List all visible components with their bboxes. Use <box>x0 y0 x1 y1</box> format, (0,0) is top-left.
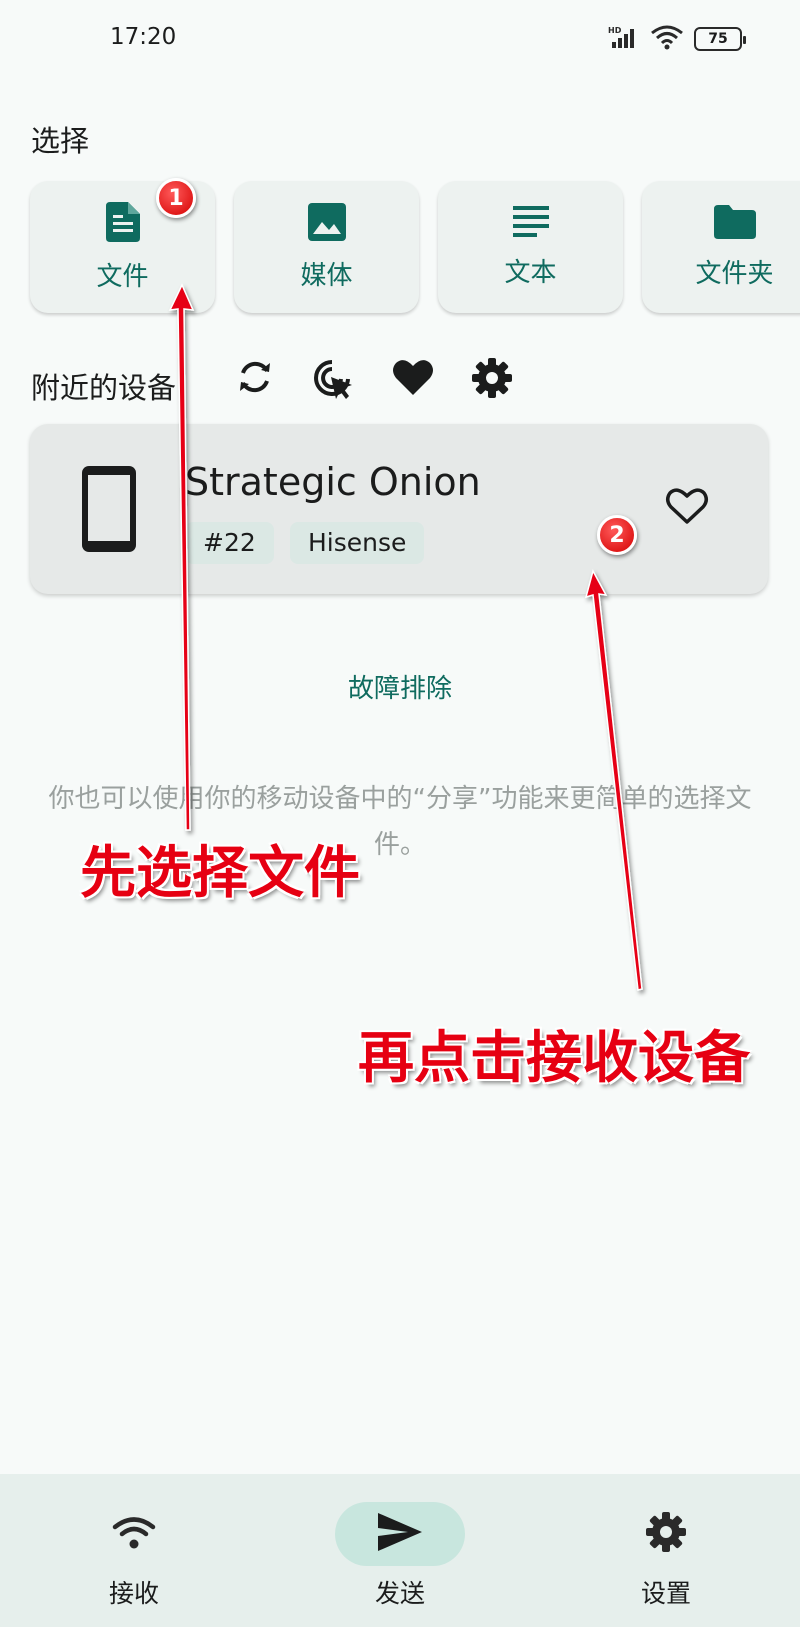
text-icon <box>512 205 549 238</box>
device-card[interactable]: Strategic Onion #22 Hisense <box>30 424 768 594</box>
device-tag-id: #22 <box>185 522 274 564</box>
select-file-label: 文件 <box>96 261 149 292</box>
settings-icon[interactable] <box>472 358 512 400</box>
nav-send[interactable]: 发送 <box>320 1502 480 1610</box>
nav-settings-pill <box>601 1502 731 1566</box>
select-media-button[interactable]: 媒体 <box>234 181 419 313</box>
send-icon <box>378 1513 422 1555</box>
bottom-nav: 接收 发送 设置 <box>0 1474 800 1627</box>
nav-send-pill <box>335 1502 465 1566</box>
step-badge-1: 1 <box>156 178 196 218</box>
nearby-actions <box>236 358 512 400</box>
nav-receive-pill <box>69 1502 199 1566</box>
troubleshoot-link[interactable]: 故障排除 <box>0 668 800 705</box>
nav-settings-label: 设置 <box>640 1579 691 1608</box>
signal-icon: HD <box>608 25 640 53</box>
step-badge-2: 2 <box>597 515 637 555</box>
nearby-title: 附近的设备 <box>31 371 177 405</box>
wifi-icon <box>112 1515 156 1553</box>
status-time: 17:20 <box>110 24 177 50</box>
nav-send-label: 发送 <box>374 1579 425 1608</box>
wifi-status-icon <box>650 24 684 54</box>
select-text-label: 文本 <box>504 257 557 288</box>
select-media-label: 媒体 <box>300 260 353 291</box>
phone-icon <box>82 466 136 556</box>
svg-text:HD: HD <box>608 26 622 35</box>
file-icon <box>105 201 140 242</box>
device-tag-brand: Hisense <box>290 522 425 564</box>
nav-receive-label: 接收 <box>108 1579 159 1608</box>
annotation-step1: 先选择文件 <box>80 841 360 906</box>
select-text-button[interactable]: 文本 <box>438 181 623 313</box>
status-bar: 17:20 HD 75 <box>0 0 800 80</box>
battery-icon: 75 <box>694 27 746 51</box>
favorite-outline-icon[interactable] <box>665 486 709 530</box>
favorites-icon[interactable] <box>392 358 434 400</box>
select-folder-button[interactable]: 文件夹 <box>642 181 800 313</box>
select-folder-label: 文件夹 <box>695 258 774 289</box>
manual-select-icon[interactable] <box>312 358 354 400</box>
device-name: Strategic Onion <box>185 460 481 504</box>
folder-icon <box>713 204 756 239</box>
annotation-step2: 再点击接收设备 <box>358 1026 750 1091</box>
select-row: 文件 媒体 文本 文件夹 <box>30 181 800 313</box>
nav-receive[interactable]: 接收 <box>54 1502 214 1610</box>
nav-settings[interactable]: 设置 <box>586 1502 746 1610</box>
refresh-icon[interactable] <box>236 358 274 400</box>
status-icons: HD 75 <box>608 24 746 54</box>
image-icon <box>307 202 346 241</box>
gear-icon <box>646 1512 686 1556</box>
select-title: 选择 <box>31 124 90 158</box>
